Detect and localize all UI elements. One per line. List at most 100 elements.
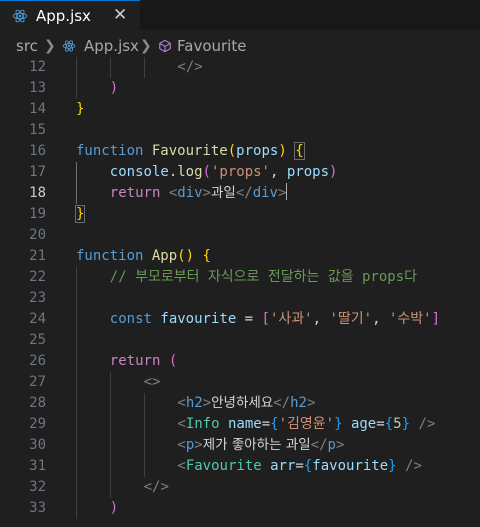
code-line[interactable]: 14}	[0, 99, 480, 120]
code-token: // 부모로부터 자식으로 전달하는 값을 props다	[109, 269, 418, 285]
code-token: (	[202, 164, 211, 180]
code-editor[interactable]: 12 </> 13) 14} 15 16 function Favourite(props)…	[0, 57, 480, 527]
close-icon[interactable]: ✕	[113, 5, 127, 25]
line-number: 12	[29, 59, 46, 75]
code-token: </	[177, 59, 195, 75]
code-token: >	[202, 185, 211, 201]
code-token: <	[168, 185, 178, 201]
code-token: </	[235, 185, 253, 201]
code-token: .	[168, 164, 178, 180]
code-line[interactable]: 28 <h2>안녕하세요</h2>	[0, 393, 480, 414]
code-line[interactable]: 32 </>	[0, 477, 480, 498]
breadcrumb-folder[interactable]: src	[16, 37, 38, 55]
code-content: const favourite = ['사과', '딸기', '수박']	[110, 309, 440, 330]
tab-label: App.jsx	[36, 7, 91, 25]
code-line[interactable]: 20	[0, 225, 480, 246]
line-number: 28	[29, 395, 46, 411]
code-token: />	[405, 458, 422, 474]
symbol-method-icon	[159, 39, 171, 53]
code-token: ,	[372, 311, 389, 327]
code-token: }	[74, 205, 86, 223]
code-token: h2	[290, 395, 307, 411]
code-line[interactable]: 21 function App() {	[0, 246, 480, 267]
code-content: <Favourite arr={favourite} />	[177, 456, 422, 477]
code-line[interactable]: 19}	[0, 204, 480, 225]
code-token: return	[109, 185, 161, 201]
chevron-right-icon: ❯	[140, 38, 152, 54]
code-token: </	[310, 437, 328, 453]
react-icon	[12, 9, 28, 23]
code-token: 5	[393, 416, 402, 432]
code-token: {	[384, 416, 394, 432]
line-number: 27	[29, 374, 46, 390]
code-content: <>	[144, 372, 161, 393]
code-token: <	[177, 437, 186, 453]
code-token: age	[350, 416, 377, 432]
code-token: (	[168, 353, 178, 369]
code-token: div	[252, 185, 278, 201]
breadcrumb-symbol[interactable]: Favourite	[177, 37, 246, 55]
code-content: return (	[110, 351, 177, 372]
code-token: }	[388, 458, 397, 474]
code-line[interactable]: 29 <Info name={'김영윤'} age={5} />	[0, 414, 480, 435]
code-token: ()	[177, 248, 195, 264]
line-number: 24	[29, 311, 46, 327]
code-token: >	[306, 395, 316, 411]
line-number: 26	[29, 353, 46, 369]
code-token: '김영윤'	[278, 416, 335, 432]
code-content: return <div>과일</div>	[110, 183, 288, 204]
code-content: }	[74, 204, 86, 225]
code-content: console.log('props', props)	[110, 162, 338, 183]
line-number: 25	[29, 332, 46, 348]
code-line[interactable]: 15	[0, 120, 480, 141]
code-token: props	[286, 164, 330, 180]
code-line[interactable]: 18 return <div>과일</div>	[0, 183, 480, 204]
code-line[interactable]: 16 function Favourite(props) {	[0, 141, 480, 162]
code-content: <h2>안녕하세요</h2>	[177, 393, 315, 414]
code-token: '수박'	[388, 311, 432, 327]
line-number: 22	[29, 269, 46, 285]
code-content: </>	[144, 477, 169, 498]
tab-app-jsx[interactable]: App.jsx ✕	[0, 0, 140, 30]
code-token: <	[177, 395, 186, 411]
code-token: >	[277, 185, 287, 201]
code-content: // 부모로부터 자식으로 전달하는 값을 props다	[110, 267, 417, 288]
code-token: {	[270, 416, 279, 432]
code-token: name	[227, 416, 262, 432]
code-token: return	[109, 353, 161, 369]
code-line[interactable]: 33)	[0, 498, 480, 519]
code-token: Info	[185, 416, 220, 432]
code-line[interactable]: 30 <p>제가 좋아하는 과일</p>	[0, 435, 480, 456]
code-line[interactable]: 23	[0, 288, 480, 309]
code-token: [	[261, 311, 270, 327]
code-token: =	[261, 416, 271, 432]
breadcrumb-file[interactable]: App.jsx	[84, 37, 139, 55]
code-line[interactable]: 22 // 부모로부터 자식으로 전달하는 값을 props다	[0, 267, 480, 288]
code-line[interactable]: 24 const favourite = ['사과', '딸기', '수박']	[0, 309, 480, 330]
code-line[interactable]: 17 console.log('props', props)	[0, 162, 480, 183]
code-token: )	[109, 80, 119, 96]
code-token: />	[418, 416, 436, 432]
code-token: )	[329, 164, 338, 180]
code-content: }	[76, 99, 84, 120]
code-line[interactable]: 31 <Favourite arr={favourite} />	[0, 456, 480, 477]
line-number: 16	[29, 143, 46, 159]
code-token: function	[76, 143, 144, 159]
code-token: arr	[270, 458, 296, 474]
line-number: 21	[29, 248, 46, 264]
code-line[interactable]: 12 </>	[0, 57, 480, 78]
code-token: h2	[185, 395, 203, 411]
code-line[interactable]: 27 <>	[0, 372, 480, 393]
code-line[interactable]: 25	[0, 330, 480, 351]
line-number: 15	[29, 122, 46, 138]
line-number: 20	[29, 227, 46, 243]
code-line[interactable]: 26 return (	[0, 351, 480, 372]
code-content: <p>제가 좋아하는 과일</p>	[177, 435, 344, 456]
code-line[interactable]: 13)	[0, 78, 480, 99]
line-number: 29	[29, 416, 46, 432]
